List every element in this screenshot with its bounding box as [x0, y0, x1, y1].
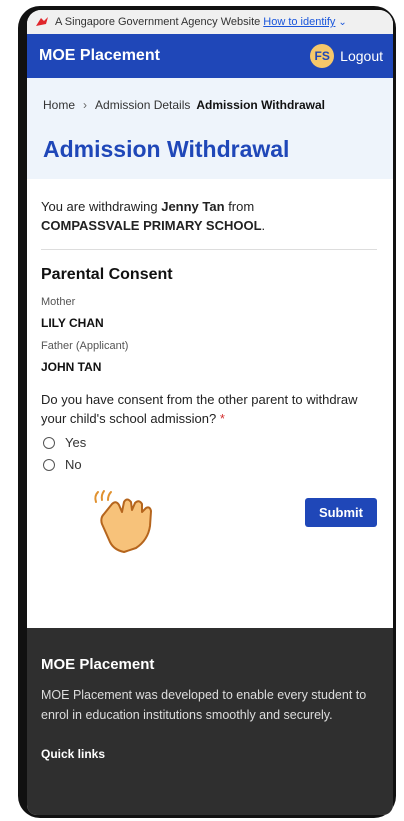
chevron-down-icon[interactable]: ⌄ [338, 17, 346, 28]
quick-links-heading: Quick links [41, 747, 106, 761]
breadcrumb-current: Admission Withdrawal [196, 98, 325, 112]
consent-question-text: Do you have consent from the other paren… [41, 392, 358, 426]
radio-option-no[interactable]: No [43, 457, 377, 472]
intro-prefix: You are withdrawing [41, 199, 158, 214]
logout-button[interactable]: Logout [340, 48, 383, 64]
radio-yes-label[interactable]: Yes [65, 435, 86, 450]
main-content: You are withdrawing Jenny Tan from COMPA… [27, 179, 393, 527]
radio-yes[interactable] [43, 436, 55, 449]
footer-title: MOE Placement [41, 656, 155, 673]
site-footer: MOE Placement MOE Placement was develope… [27, 628, 393, 815]
how-to-identify-link[interactable]: How to identify [263, 16, 335, 28]
radio-no[interactable] [43, 458, 55, 471]
page-hero: Home › Admission Details Admission Withd… [27, 78, 393, 179]
chevron-right-icon: › [83, 98, 88, 112]
header-user-area: FS Logout [310, 44, 383, 68]
mother-name: LILY CHAN [41, 316, 104, 330]
mother-label: Mother [41, 296, 76, 308]
intro-end: . [261, 218, 266, 233]
parental-consent-heading: Parental Consent [41, 266, 173, 283]
singapore-lion-icon [36, 17, 48, 26]
required-marker: * [219, 411, 225, 426]
app-header: MOE Placement FS Logout [27, 34, 393, 78]
phone-screen: A Singapore Government Agency Website Ho… [27, 10, 393, 815]
breadcrumb: Home › Admission Details Admission Withd… [43, 98, 381, 112]
consent-question: Do you have consent from the other paren… [41, 390, 377, 428]
gov-banner: A Singapore Government Agency Website Ho… [27, 10, 393, 34]
gov-banner-text: A Singapore Government Agency Website [55, 16, 261, 28]
radio-no-label[interactable]: No [65, 457, 82, 472]
breadcrumb-home[interactable]: Home [43, 98, 75, 112]
child-name: Jenny Tan [161, 199, 225, 214]
submit-button[interactable]: Submit [304, 498, 377, 527]
withdrawal-summary: You are withdrawing Jenny Tan from COMPA… [41, 197, 377, 235]
radio-option-yes[interactable]: Yes [43, 435, 377, 450]
divider [41, 249, 377, 250]
page-title: Admission Withdrawal [43, 136, 290, 162]
breadcrumb-admission-details[interactable]: Admission Details [95, 98, 190, 112]
footer-description: MOE Placement was developed to enable ev… [41, 688, 367, 722]
avatar[interactable]: FS [310, 44, 335, 68]
father-label: Father (Applicant) [41, 340, 129, 352]
intro-mid: from [228, 199, 255, 214]
app-title[interactable]: MOE Placement [39, 47, 160, 65]
school-name: COMPASSVALE PRIMARY SCHOOL [41, 218, 262, 233]
pointing-hand-icon [94, 490, 152, 553]
father-name: JOHN TAN [41, 360, 102, 374]
